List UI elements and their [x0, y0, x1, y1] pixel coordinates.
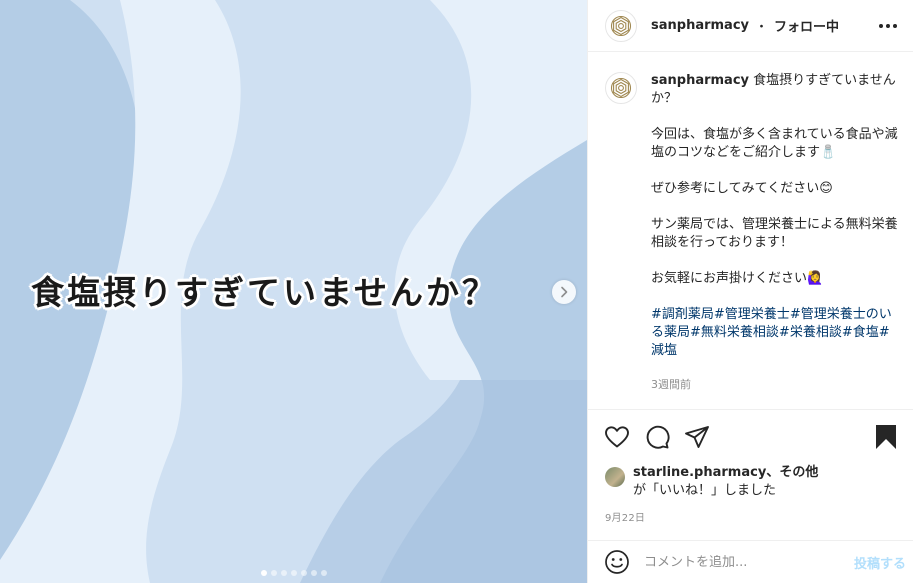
post-header: sanpharmacy ・ フォロー中: [588, 0, 913, 52]
heart-icon: [605, 426, 629, 448]
likes-summary: starline.pharmacy、その他 が「いいね！」しました: [605, 464, 897, 500]
hashtag-list: #調剤薬局#管理栄養士#管理栄養士のいる薬局#無料栄養相談#栄養相談#食塩#減塩: [651, 306, 898, 360]
caption-paragraph: お気軽にお声掛けください🙋‍♀️: [651, 271, 824, 286]
emoji-button[interactable]: [604, 549, 630, 575]
caption-text: sanpharmacy 食塩摂りすぎていませんか？ 今回は、食塩が多く含まれてい…: [651, 72, 898, 394]
hashtag-link[interactable]: #管理栄養士: [714, 307, 790, 322]
carousel-dot: [260, 570, 267, 576]
sanpharmacy-logo-icon: [610, 77, 632, 99]
carousel-dot: [310, 570, 317, 576]
hashtag-link[interactable]: #調剤薬局: [651, 307, 714, 322]
carousel-dot: [280, 570, 287, 576]
likes-suffix: が「いいね！」しました: [633, 483, 777, 498]
hashtag-link[interactable]: #無料栄養相談: [690, 325, 779, 340]
sanpharmacy-logo-icon: [610, 15, 632, 36]
avatar[interactable]: [605, 9, 637, 42]
caption-paragraph: ぜひ参考にしてみてください😊: [651, 181, 833, 196]
caption-username[interactable]: sanpharmacy: [651, 73, 749, 88]
hashtag-link[interactable]: #食塩: [842, 325, 879, 340]
post-media[interactable]: 食塩摂りすぎていませんか？: [0, 0, 587, 583]
header-separator: ・: [755, 20, 769, 35]
post-caption: sanpharmacy 食塩摂りすぎていませんか？ 今回は、食塩が多く含まれてい…: [588, 52, 913, 410]
caption-paragraph: 今回は、食塩が多く含まれている食品や減塩のコツなどをご紹介します🧂: [651, 127, 898, 160]
next-slide-button[interactable]: [552, 280, 576, 304]
carousel-dot: [320, 570, 327, 576]
caption-timestamp[interactable]: 3週間前: [651, 376, 898, 394]
chevron-right-icon: [561, 286, 568, 298]
post-date[interactable]: 9月22日: [605, 509, 645, 524]
carousel-dot: [270, 570, 277, 576]
follow-status-button[interactable]: フォロー中: [774, 16, 839, 35]
like-button[interactable]: [604, 425, 630, 449]
comment-input[interactable]: [644, 554, 834, 570]
liker-username[interactable]: starline.pharmacy: [633, 465, 766, 480]
more-options-button[interactable]: [879, 23, 897, 28]
likes-others-link[interactable]: 、その他: [766, 465, 818, 480]
slide-title: 食塩摂りすぎていませんか？: [30, 273, 498, 312]
carousel-dot: [290, 570, 297, 576]
share-icon: [685, 426, 709, 448]
bookmark-icon: [876, 425, 896, 449]
header-username[interactable]: sanpharmacy: [651, 18, 749, 33]
liker-avatar[interactable]: [605, 467, 625, 487]
share-button[interactable]: [684, 425, 710, 449]
carousel-indicators: [0, 570, 587, 576]
caption-paragraph: サン薬局では、管理栄養士による無料栄養相談を行っております！: [651, 217, 898, 250]
post-panel: sanpharmacy ・ フォロー中 sanpharmacy 食塩摂りすぎてい…: [587, 0, 913, 583]
action-bar: [604, 422, 897, 452]
comment-button[interactable]: [644, 424, 670, 450]
more-horizontal-icon: [879, 23, 883, 28]
post-comment-button[interactable]: 投稿する: [854, 553, 906, 572]
caption-avatar[interactable]: [605, 72, 637, 104]
smiley-icon: [605, 550, 629, 574]
comment-bar: 投稿する: [588, 540, 913, 583]
carousel-dot: [300, 570, 307, 576]
save-button[interactable]: [875, 424, 897, 450]
hashtag-link[interactable]: #栄養相談: [779, 325, 842, 340]
comment-icon: [646, 425, 670, 449]
